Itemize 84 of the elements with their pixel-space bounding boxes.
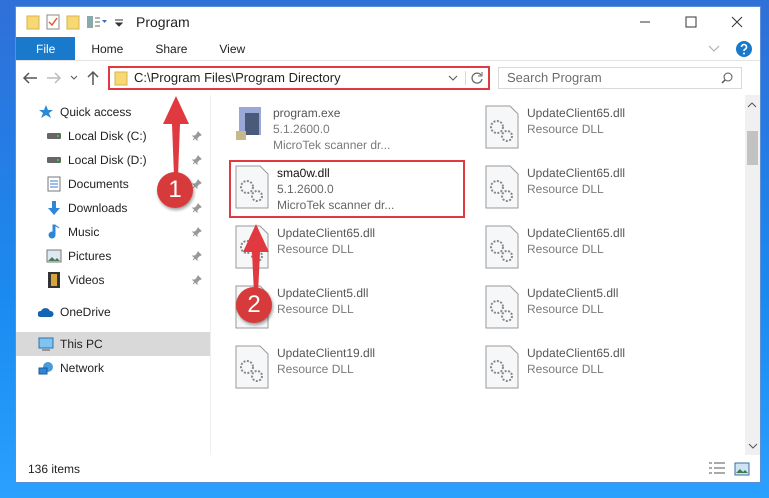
refresh-icon[interactable] xyxy=(470,71,484,85)
sidebar-item[interactable]: This PC xyxy=(60,335,103,353)
file-name[interactable]: UpdateClient19.dll xyxy=(277,345,376,361)
drive-icon xyxy=(46,156,62,164)
gear-file-icon xyxy=(235,165,269,209)
caret-icon[interactable] xyxy=(447,74,459,82)
sidebar-item[interactable]: Network xyxy=(60,359,104,377)
gear-file-icon xyxy=(485,285,519,329)
folder-icon xyxy=(114,70,128,86)
sidebar-item[interactable]: Local Disk (D:) xyxy=(68,151,147,169)
up-icon[interactable] xyxy=(86,70,100,86)
gear-file-icon xyxy=(485,105,519,149)
file-detail: Resource DLL xyxy=(277,241,355,257)
details-view-icon[interactable] xyxy=(708,462,726,474)
close-icon[interactable] xyxy=(731,16,743,28)
scrollbar-thumb[interactable] xyxy=(747,131,758,165)
star-icon xyxy=(38,104,54,120)
pin-icon[interactable] xyxy=(192,227,202,237)
document-icon xyxy=(47,176,61,192)
ribbon-tab[interactable]: File xyxy=(16,37,76,60)
window-title: Program xyxy=(136,12,190,32)
film-icon xyxy=(48,272,60,288)
file-name[interactable]: UpdateClient65.dll xyxy=(277,225,376,241)
minimize-icon[interactable] xyxy=(639,21,651,23)
drive-icon xyxy=(46,132,62,140)
file-detail: Resource DLL xyxy=(277,361,355,377)
recent-icon[interactable] xyxy=(70,75,78,81)
file-detail: 5.1.2600.0 xyxy=(273,121,331,137)
gear-file-icon xyxy=(235,345,269,389)
ribbon-tab[interactable]: Share xyxy=(139,37,204,60)
file-detail: Resource DLL xyxy=(527,241,605,257)
search-field[interactable]: Search Program xyxy=(498,67,742,89)
item-count: 136 items xyxy=(28,460,80,478)
scroll-up-icon[interactable] xyxy=(747,102,757,108)
scroll-down-icon[interactable] xyxy=(748,443,758,449)
cloud-icon xyxy=(38,307,54,317)
maximize-icon[interactable] xyxy=(685,16,697,28)
sidebar-item[interactable]: Videos xyxy=(68,271,104,289)
file-name[interactable]: program.exe xyxy=(273,105,390,121)
sidebar-item[interactable]: Pictures xyxy=(68,247,112,265)
pin-icon[interactable] xyxy=(192,179,202,189)
gear-file-icon xyxy=(485,345,519,389)
file-name[interactable]: UpdateClient5.dll xyxy=(527,285,618,301)
network-icon xyxy=(38,361,54,375)
picture-icon xyxy=(46,249,62,263)
file-detail: 5.1.2600.0 xyxy=(277,181,335,197)
file-detail: Resource DLL xyxy=(527,361,605,377)
ribbon-tab[interactable]: View xyxy=(203,37,262,60)
file-name[interactable]: UpdateClient65.dll xyxy=(527,345,626,361)
pin-icon[interactable] xyxy=(192,275,202,285)
file-detail: Resource DLL xyxy=(277,301,355,317)
ribbon-tab[interactable]: Home xyxy=(75,37,140,60)
pin-icon[interactable] xyxy=(192,203,202,213)
gear-file-icon xyxy=(485,225,519,269)
file-name[interactable]: UpdateClient65.dll xyxy=(527,165,626,181)
download-icon xyxy=(47,200,61,216)
help-icon[interactable] xyxy=(736,40,752,56)
thumbnail-view-icon[interactable] xyxy=(734,462,750,476)
sidebar-item[interactable]: Documents xyxy=(68,175,129,193)
pin-icon[interactable] xyxy=(192,131,202,141)
file-detail: MicroTek scanner dr... xyxy=(273,137,390,153)
back-icon[interactable] xyxy=(22,71,38,85)
view-icon[interactable] xyxy=(86,14,108,30)
sidebar-item[interactable]: Downloads xyxy=(68,199,128,217)
pin-icon[interactable] xyxy=(192,155,202,165)
file-name[interactable]: sma0w.dll xyxy=(277,165,394,181)
pin-icon[interactable] xyxy=(192,251,202,261)
sidebar-item[interactable]: Music xyxy=(68,223,100,241)
file-detail: Resource DLL xyxy=(527,301,605,317)
file-name[interactable]: UpdateClient65.dll xyxy=(527,225,626,241)
file-name[interactable]: UpdateClient65.dll xyxy=(527,105,626,121)
file-detail: MicroTek scanner dr... xyxy=(277,197,394,213)
sidebar-item[interactable]: Quick access xyxy=(60,103,132,121)
search-icon[interactable] xyxy=(721,72,733,84)
file-name[interactable]: UpdateClient5.dll xyxy=(277,285,368,301)
monitor-icon xyxy=(38,337,54,351)
address-bar[interactable]: C:\Program Files\Program Directory xyxy=(108,66,490,90)
sidebar-item[interactable]: Local Disk (C:) xyxy=(68,127,147,145)
file-detail: Resource DLL xyxy=(527,181,605,197)
music-note-icon xyxy=(48,224,60,240)
gear-file-icon xyxy=(485,165,519,209)
properties-icon[interactable] xyxy=(46,14,60,30)
file-detail: Resource DLL xyxy=(527,121,605,137)
sidebar-item[interactable]: OneDrive xyxy=(60,303,111,321)
